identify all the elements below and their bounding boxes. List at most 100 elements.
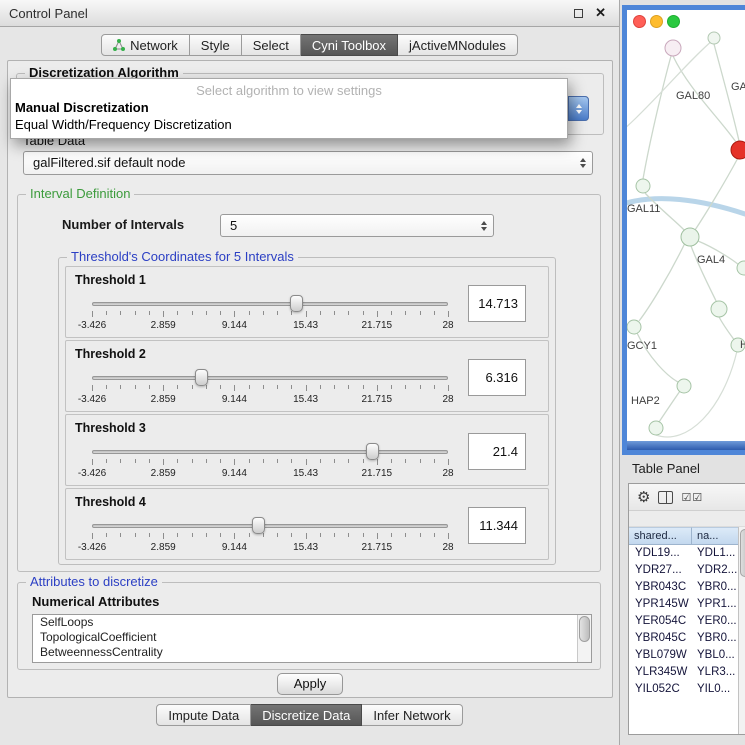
list-item-selfloops[interactable]: SelfLoops — [33, 615, 591, 630]
threshold-value-field-1[interactable]: 14.713 — [468, 285, 526, 322]
threshold-panel-4: Threshold 4-3.4262.8599.14415.4321.71528… — [65, 488, 549, 560]
slider-tick — [206, 459, 207, 463]
tab-jactivemnodules[interactable]: jActiveMNodules — [398, 34, 518, 56]
control-panel-window: Control Panel ✕ NetworkStyleSelectCyni T… — [0, 0, 620, 745]
window-close-button[interactable] — [633, 15, 646, 28]
slider-thumb[interactable] — [366, 443, 379, 460]
slider-track[interactable] — [92, 376, 448, 380]
checkbox-icons[interactable]: ☑☑ — [681, 491, 703, 504]
threshold-slider[interactable]: -3.4262.8599.14415.4321.71528 — [92, 516, 448, 556]
list-item-topologicalcoefficient[interactable]: TopologicalCoefficient — [33, 630, 591, 645]
network-node[interactable] — [627, 320, 641, 334]
listbox-scrollbar[interactable] — [577, 615, 591, 662]
network-node[interactable] — [665, 40, 681, 56]
slider-tick — [391, 311, 392, 315]
window-minimize-button[interactable] — [650, 15, 663, 28]
slider-scale-label: 28 — [442, 320, 453, 331]
slider-tick — [277, 385, 278, 389]
network-node[interactable] — [731, 141, 745, 159]
tab-network[interactable]: Network — [101, 34, 190, 56]
slider-thumb[interactable] — [290, 295, 303, 312]
threshold-slider[interactable]: -3.4262.8599.14415.4321.71528 — [92, 442, 448, 482]
network-view[interactable]: GAL80GAGAL11GAL4GCY1HAP2H — [622, 5, 745, 455]
slider-tick — [391, 533, 392, 537]
table-cell: YLR345W — [629, 664, 692, 681]
table-row[interactable]: YBR043CYBR0... — [629, 579, 745, 596]
popup-option-equal-width-frequency-discretization[interactable]: Equal Width/Frequency Discretization — [11, 116, 567, 133]
threshold-slider[interactable]: -3.4262.8599.14415.4321.71528 — [92, 368, 448, 408]
threshold-slider[interactable]: -3.4262.8599.14415.4321.71528 — [92, 294, 448, 334]
threshold-value-field-3[interactable]: 21.4 — [468, 433, 526, 470]
table-row[interactable]: YLR345WYLR3... — [629, 664, 745, 681]
float-window-icon[interactable] — [574, 9, 583, 18]
gear-icon[interactable]: ⚙ — [637, 490, 650, 505]
top-tab-bar: NetworkStyleSelectCyni ToolboxjActiveMNo… — [0, 34, 619, 56]
table-scrollbar[interactable] — [738, 527, 745, 734]
number-of-intervals-combobox[interactable]: 5 — [220, 214, 494, 237]
tab-discretize-data[interactable]: Discretize Data — [251, 704, 362, 726]
list-item-betweennesscentrality[interactable]: BetweennessCentrality — [33, 645, 591, 660]
table-row[interactable]: YIL052CYIL0... — [629, 681, 745, 698]
tab-select[interactable]: Select — [242, 34, 301, 56]
network-node[interactable] — [636, 179, 650, 193]
attributes-group: Attributes to discretize Numerical Attri… — [17, 582, 601, 670]
table-row[interactable]: YDR27...YDR2... — [629, 562, 745, 579]
network-edge[interactable] — [719, 317, 735, 341]
network-node[interactable] — [681, 228, 699, 246]
table-row[interactable]: YDL19...YDL1... — [629, 545, 745, 562]
table-row[interactable]: YBR045CYBR0... — [629, 630, 745, 647]
tab-cyni-toolbox[interactable]: Cyni Toolbox — [301, 34, 398, 56]
scrollbar-thumb[interactable] — [740, 529, 745, 577]
tab-style[interactable]: Style — [190, 34, 242, 56]
columns-icon[interactable] — [658, 491, 673, 504]
slider-tick — [334, 533, 335, 537]
slider-thumb[interactable] — [195, 369, 208, 386]
tab-impute-data[interactable]: Impute Data — [156, 704, 251, 726]
slider-scale-label: -3.426 — [78, 320, 106, 331]
threshold-value-field-4[interactable]: 11.344 — [468, 507, 526, 544]
network-node[interactable] — [677, 379, 691, 393]
slider-track[interactable] — [92, 524, 448, 528]
slider-tick — [306, 385, 307, 391]
slider-track[interactable] — [92, 450, 448, 454]
slider-scale-label: 28 — [442, 468, 453, 479]
network-edge[interactable] — [656, 351, 737, 437]
tab-label: Infer Network — [373, 708, 450, 723]
table-row[interactable]: YER054CYER0... — [629, 613, 745, 630]
table-row[interactable]: YBL079WYBL0... — [629, 647, 745, 664]
table-data-combobox[interactable]: galFiltered.sif default node — [23, 151, 593, 175]
network-canvas[interactable]: GAL80GAGAL11GAL4GCY1HAP2H — [627, 10, 745, 450]
slider-tick — [420, 311, 421, 315]
thresholds-container: Threshold 1-3.4262.8599.14415.4321.71528… — [59, 258, 555, 564]
network-node[interactable] — [649, 421, 663, 435]
slider-track[interactable] — [92, 302, 448, 306]
window-zoom-button[interactable] — [667, 15, 680, 28]
network-node[interactable] — [737, 261, 745, 275]
network-edge[interactable] — [643, 56, 671, 179]
slider-tick — [277, 459, 278, 463]
slider-tick — [291, 385, 292, 389]
scrollbar-thumb[interactable] — [579, 616, 590, 642]
network-edge[interactable] — [695, 156, 739, 230]
header-cell-1[interactable]: shared... — [629, 527, 692, 545]
close-icon[interactable]: ✕ — [595, 5, 606, 21]
table-rows: YDL19...YDL1...YDR27...YDR2...YBR043CYBR… — [629, 545, 745, 698]
network-node[interactable] — [708, 32, 720, 44]
slider-thumb[interactable] — [252, 517, 265, 534]
popup-placeholder-item: Select algorithm to view settings — [11, 82, 567, 99]
popup-option-manual-discretization[interactable]: Manual Discretization — [11, 99, 567, 116]
tab-infer-network[interactable]: Infer Network — [362, 704, 462, 726]
slider-tick — [263, 533, 264, 537]
apply-button[interactable]: Apply — [277, 673, 343, 695]
network-edge[interactable] — [639, 243, 685, 321]
slider-tick — [92, 311, 93, 317]
network-edge[interactable] — [659, 391, 680, 422]
threshold-value-field-2[interactable]: 6.316 — [468, 359, 526, 396]
slider-tick — [163, 459, 164, 465]
attributes-listbox[interactable]: SelfLoopsTopologicalCoefficientBetweenne… — [32, 614, 592, 663]
network-node[interactable] — [711, 301, 727, 317]
table-row[interactable]: YPR145WYPR1... — [629, 596, 745, 613]
interval-definition-group: Interval Definition Number of Intervals … — [17, 194, 601, 572]
number-of-intervals-value: 5 — [230, 215, 237, 237]
list-items: SelfLoopsTopologicalCoefficientBetweenne… — [33, 615, 591, 660]
